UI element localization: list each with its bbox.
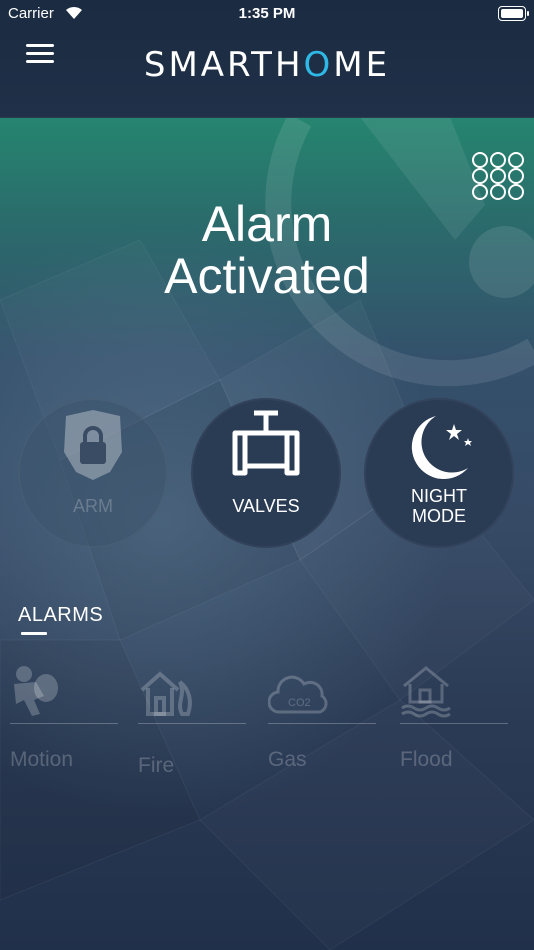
valves-button[interactable]: VALVES: [191, 398, 341, 548]
status-bar: Carrier 1:35 PM: [0, 0, 534, 28]
night-mode-button[interactable]: NIGHT MODE: [364, 398, 514, 548]
alarm-motion-label: Motion: [10, 748, 74, 771]
house-fire-icon: [140, 671, 192, 716]
battery-icon: [498, 6, 529, 21]
status-time: 1:35 PM: [238, 5, 296, 22]
arm-label: ARM: [73, 496, 113, 516]
alarm-flood[interactable]: Flood: [400, 660, 508, 790]
alarm-gas-label: Gas: [268, 748, 307, 771]
alarm-motion[interactable]: Motion: [10, 660, 118, 790]
alarm-gas[interactable]: CO2 Gas: [268, 660, 376, 790]
alarm-fire[interactable]: Fire: [138, 660, 246, 790]
night-mode-label: NIGHT MODE: [411, 486, 467, 526]
valves-label: VALVES: [232, 496, 300, 516]
moon-stars-icon: [411, 416, 472, 480]
alarm-status-heading: Alarm Activated: [164, 196, 370, 304]
house-flood-icon: [401, 666, 451, 718]
alarms-title-underline: [21, 632, 47, 635]
burglar-icon: [14, 666, 58, 716]
keypad-icon[interactable]: [472, 152, 524, 200]
alarm-fire-label: Fire: [138, 754, 175, 777]
co2-cloud-icon: CO2: [268, 675, 328, 714]
logo-o: O: [303, 45, 334, 85]
app-logo: SMARTHOME: [143, 45, 391, 85]
svg-text:CO2: CO2: [288, 697, 311, 709]
shield-lock-icon: [64, 410, 122, 480]
alarm-flood-label: Flood: [400, 748, 453, 771]
header-bar: Carrier 1:35 PM SMARTHOME: [0, 0, 534, 118]
arm-button[interactable]: ARM: [18, 398, 168, 548]
alarms-title: ALARMS: [18, 604, 104, 626]
valve-icon: [232, 410, 300, 476]
